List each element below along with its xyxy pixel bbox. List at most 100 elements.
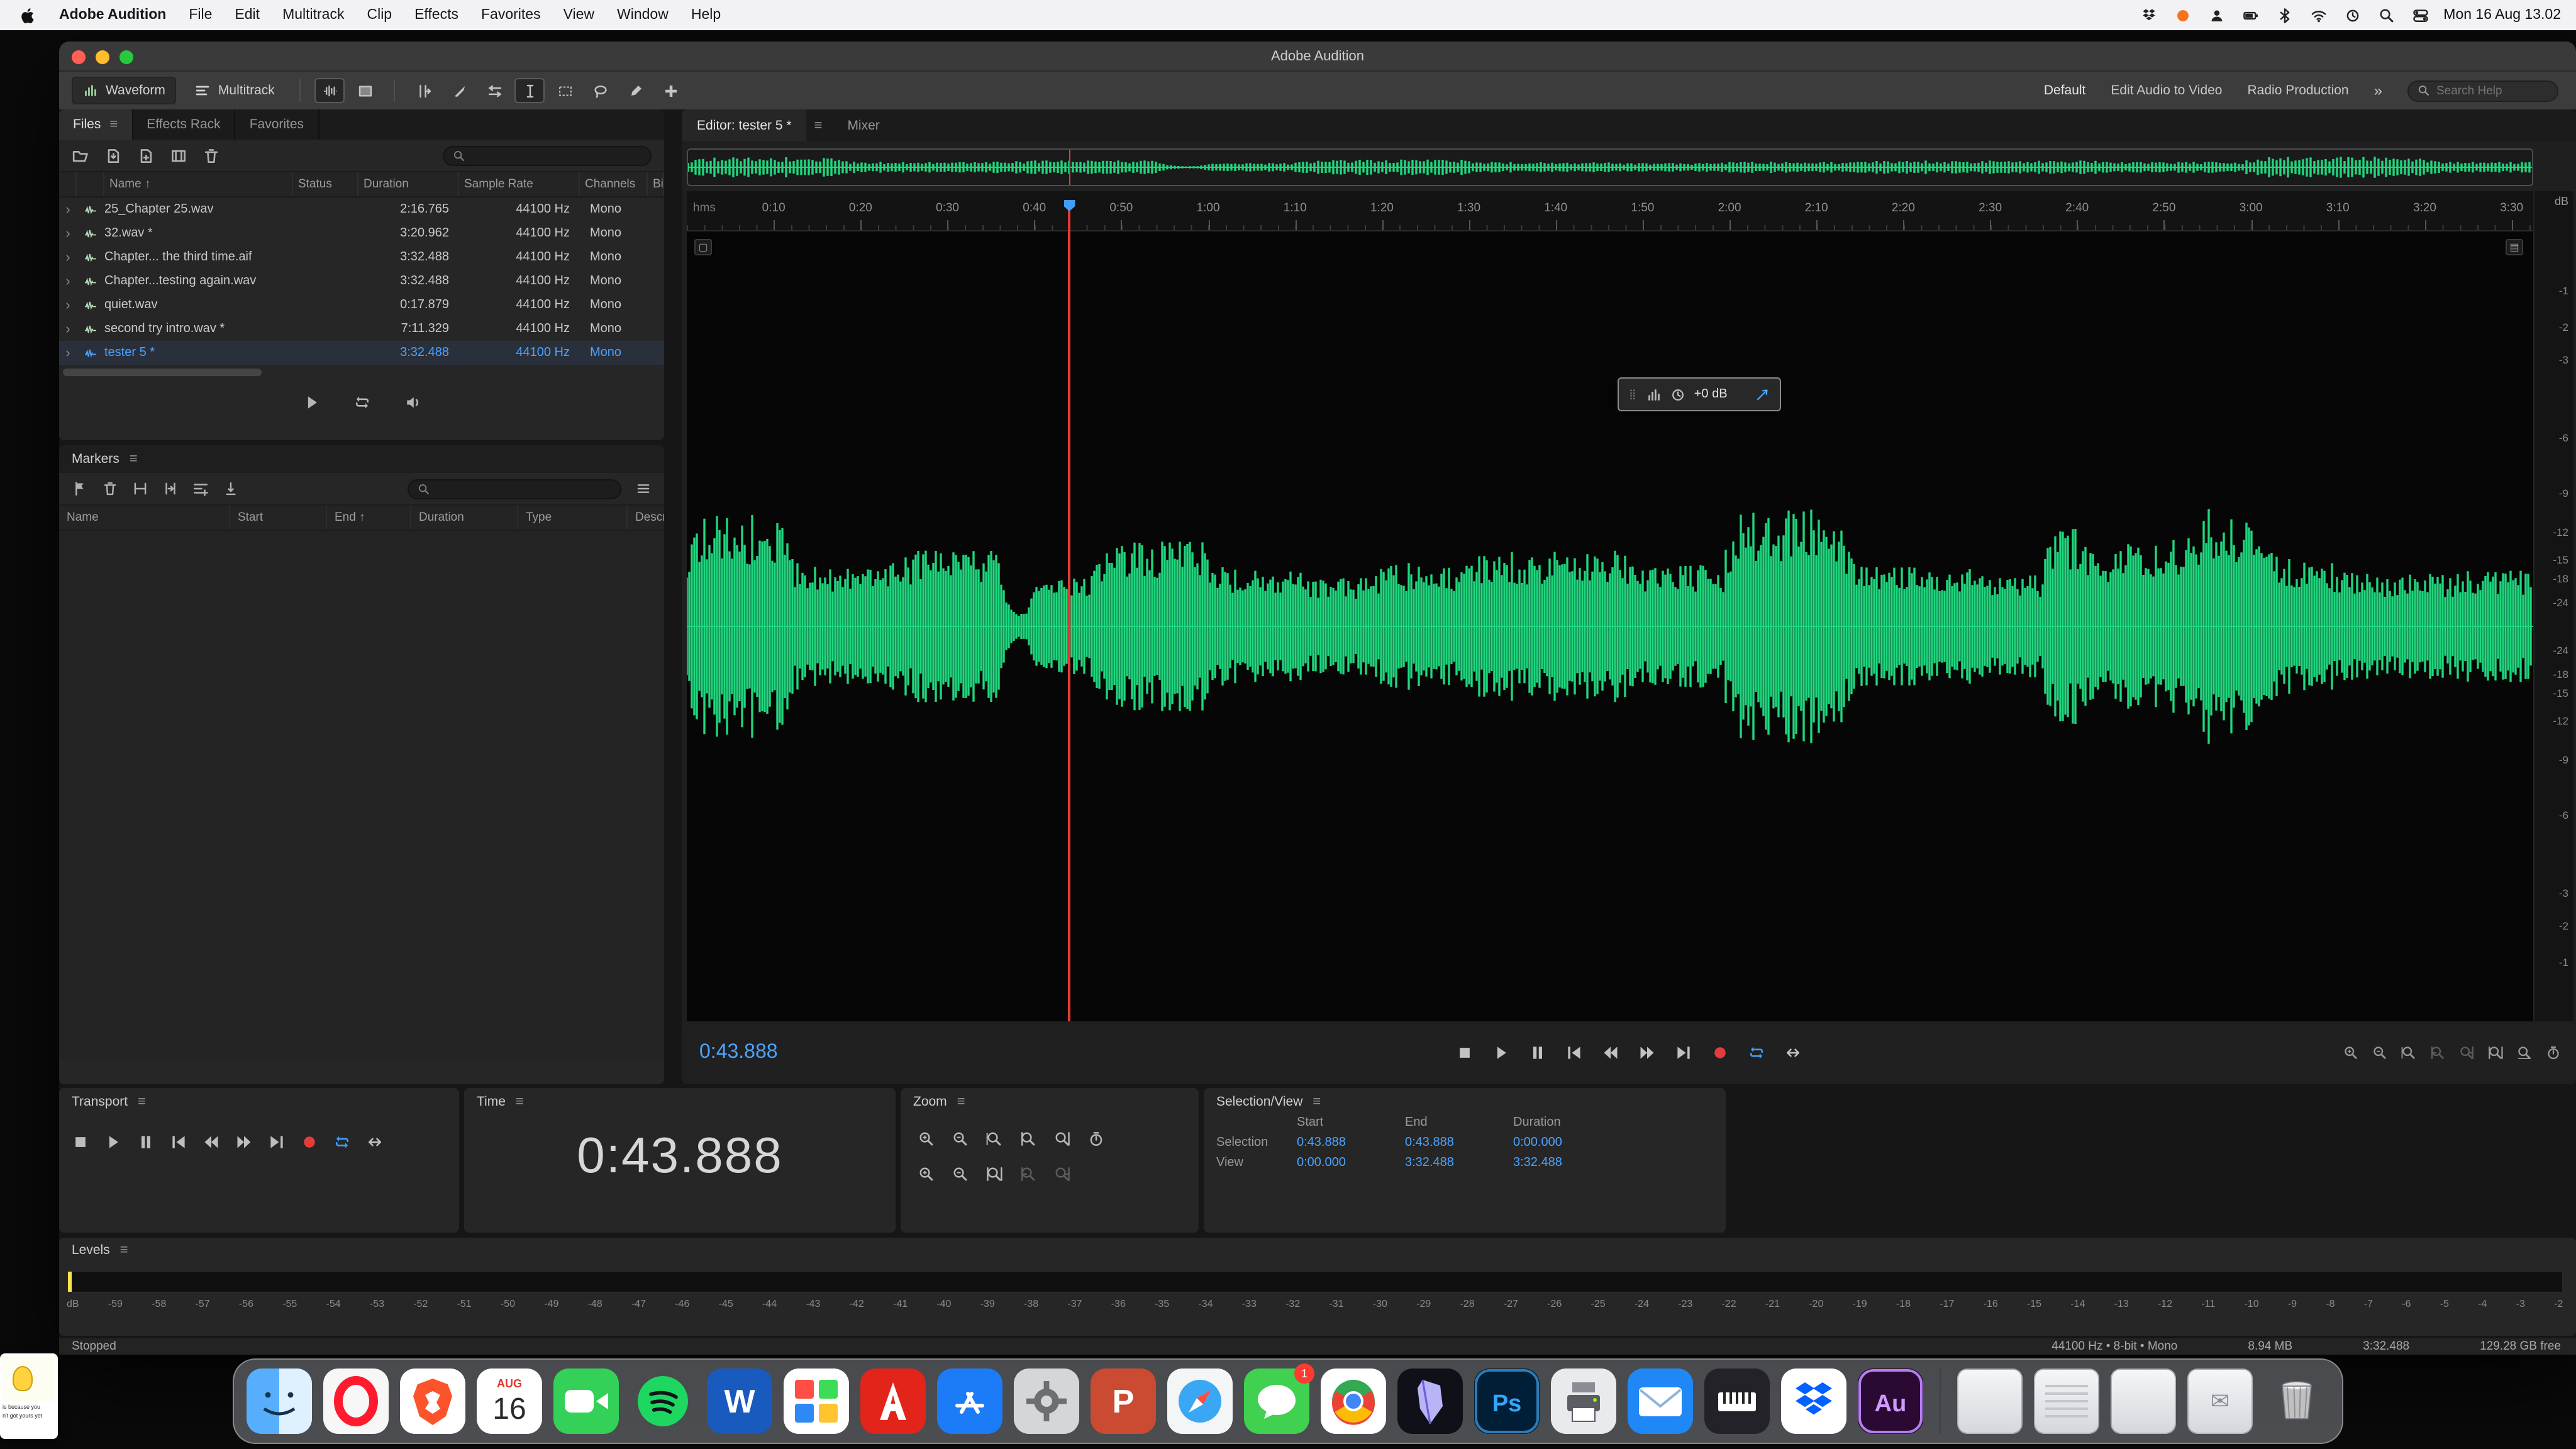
dock-window-thumbnail[interactable] xyxy=(2034,1368,2099,1434)
insert-multitrack-icon[interactable] xyxy=(192,480,209,497)
column-header[interactable]: Sample Rate xyxy=(459,172,580,196)
expand-chevron-icon[interactable]: › xyxy=(59,321,77,336)
dock-chrome-icon[interactable] xyxy=(1321,1368,1386,1434)
dock-messages-icon[interactable]: 1 xyxy=(1244,1368,1309,1434)
desktop-meme-image[interactable]: is because youn't got yours yet xyxy=(0,1353,58,1439)
dock-window-thumbnail[interactable] xyxy=(1957,1368,2023,1434)
bluetooth-icon[interactable] xyxy=(2276,7,2292,23)
transport-stop-button[interactable] xyxy=(72,1133,89,1151)
column-header[interactable]: Name xyxy=(59,506,230,530)
file-row[interactable]: ›Chapter... the third time.aif3:32.48844… xyxy=(59,245,664,269)
zoom-panel-zoom-sel-left-button[interactable] xyxy=(1020,1166,1036,1182)
dock-trash-icon[interactable] xyxy=(2264,1368,2329,1434)
editor-zoom-out-button[interactable] xyxy=(2372,1045,2387,1060)
sv-duration[interactable]: 0:00.000 xyxy=(1513,1136,1621,1150)
editor-move-next-button[interactable] xyxy=(1675,1044,1692,1062)
menu-clip[interactable]: Clip xyxy=(367,8,392,23)
editor-zoom-sel-button[interactable] xyxy=(2488,1045,2503,1060)
tool-spot-heal[interactable] xyxy=(656,78,686,103)
channel-badge-right[interactable]: ▤ xyxy=(2506,239,2523,255)
menubar-clock[interactable]: Mon 16 Aug 13.02 xyxy=(2443,8,2576,23)
expand-chevron-icon[interactable]: › xyxy=(59,226,77,241)
zoom-panel-zoom-auto-button[interactable] xyxy=(986,1131,1002,1147)
column-header[interactable]: Status xyxy=(293,172,358,196)
dock-dropbox-icon[interactable] xyxy=(1781,1368,1846,1434)
editor-stop-button[interactable] xyxy=(1456,1044,1474,1062)
dock-safari-icon[interactable] xyxy=(1167,1368,1233,1434)
zoom-panel-zoom-in-button[interactable] xyxy=(918,1166,935,1182)
apple-menu-icon[interactable] xyxy=(20,6,36,25)
editor-timer-button[interactable] xyxy=(2546,1045,2561,1060)
dock-spotify-icon[interactable] xyxy=(630,1368,696,1434)
user-icon[interactable] xyxy=(2208,7,2224,23)
editor-loop-button[interactable] xyxy=(1748,1044,1765,1062)
editor-zoom-sel-right-button[interactable] xyxy=(2459,1045,2474,1060)
dock-audition-icon[interactable]: Au xyxy=(1858,1368,1923,1434)
tab-effects-rack[interactable]: Effects Rack xyxy=(133,109,236,140)
spectral-view-button[interactable] xyxy=(350,78,380,103)
zoom-panel-zoom-sel-out-button[interactable] xyxy=(1054,1131,1070,1147)
import-file-icon[interactable] xyxy=(104,147,122,164)
tool-marquee[interactable] xyxy=(550,78,580,103)
file-row[interactable]: ›Chapter...testing again.wav3:32.4884410… xyxy=(59,269,664,293)
panel-menu-icon[interactable]: ≡ xyxy=(516,1094,524,1109)
zoom-panel-zoom-out-button[interactable] xyxy=(952,1166,969,1182)
dropbox-icon[interactable] xyxy=(2140,7,2157,23)
transport-pause-button[interactable] xyxy=(137,1133,155,1151)
files-search-input[interactable] xyxy=(472,149,641,162)
editor-zoom-auto-button[interactable] xyxy=(2401,1045,2416,1060)
files-column-headers[interactable]: Name ↑StatusDurationSample RateChannelsB… xyxy=(59,172,664,197)
files-auto-play-button[interactable] xyxy=(403,394,421,411)
editor-fast-forward-button[interactable] xyxy=(1638,1044,1656,1062)
sync-icon[interactable] xyxy=(2344,7,2360,23)
editor-move-previous-button[interactable] xyxy=(1565,1044,1583,1062)
file-row[interactable]: ›tester 5 *3:32.48844100 HzMono xyxy=(59,341,664,365)
transport-loop-button[interactable] xyxy=(333,1133,351,1151)
waveform-view-button[interactable] xyxy=(315,78,345,103)
column-header[interactable]: End ↑ xyxy=(327,506,411,530)
transport-move-next-button[interactable] xyxy=(268,1133,286,1151)
multitrack-mode-button[interactable]: Multitrack xyxy=(184,77,286,104)
dock-obsidian-icon[interactable] xyxy=(1397,1368,1463,1434)
volume-hud[interactable]: ⣿ +0 dB xyxy=(1618,377,1781,411)
files-horizontal-scrollbar[interactable] xyxy=(63,369,262,376)
channel-badge-left[interactable]: ▢ xyxy=(694,239,712,255)
transport-play-button[interactable] xyxy=(104,1133,122,1151)
sv-start[interactable]: 0:00.000 xyxy=(1297,1156,1405,1170)
menu-window[interactable]: Window xyxy=(617,8,669,23)
overview-playhead[interactable] xyxy=(1069,150,1070,185)
dock-acrobat-icon[interactable] xyxy=(860,1368,926,1434)
timeline-ruler[interactable]: hms 0:100:200:300:400:501:001:101:201:30… xyxy=(687,191,2533,231)
waveform-mode-button[interactable]: Waveform xyxy=(72,77,177,104)
editor-skip-button[interactable] xyxy=(1784,1044,1802,1062)
zoom-panel-zoom-in-button[interactable] xyxy=(918,1131,935,1147)
zoom-panel-timer-button[interactable] xyxy=(1088,1131,1104,1147)
expand-chevron-icon[interactable]: › xyxy=(59,297,77,313)
column-header[interactable] xyxy=(77,172,104,196)
column-header[interactable]: Descr xyxy=(628,506,664,530)
hud-clock-icon[interactable] xyxy=(1670,387,1685,402)
menu-edit[interactable]: Edit xyxy=(235,8,260,23)
transport-move-previous-button[interactable] xyxy=(170,1133,187,1151)
editor-zoom-in-button[interactable] xyxy=(2343,1045,2358,1060)
tool-lasso[interactable] xyxy=(586,78,616,103)
markers-panel-header[interactable]: Markers≡ xyxy=(59,445,664,473)
dock-window-thumbnail[interactable] xyxy=(2111,1368,2176,1434)
add-marker-icon[interactable] xyxy=(72,480,88,497)
editor-play-button[interactable] xyxy=(1492,1044,1510,1062)
menu-file[interactable]: File xyxy=(189,8,212,23)
tool-slip[interactable] xyxy=(480,78,510,103)
dock-powerpoint-icon[interactable]: P xyxy=(1091,1368,1156,1434)
files-loop-button[interactable] xyxy=(353,394,370,411)
menu-effects[interactable]: Effects xyxy=(414,8,458,23)
menu-multitrack[interactable]: Multitrack xyxy=(282,8,344,23)
dock-opera-icon[interactable] xyxy=(323,1368,389,1434)
tab-editor[interactable]: Editor: tester 5 * xyxy=(682,109,807,141)
transport-record-button[interactable] xyxy=(301,1133,318,1151)
control-center-icon[interactable] xyxy=(2412,7,2428,23)
dock-word-icon[interactable]: W xyxy=(707,1368,772,1434)
file-row[interactable]: ›25_Chapter 25.wav2:16.76544100 HzMono xyxy=(59,197,664,221)
panel-menu-icon[interactable]: ≡ xyxy=(138,1094,146,1109)
help-search-input[interactable] xyxy=(2436,84,2548,97)
export-markers-icon[interactable] xyxy=(223,480,239,497)
